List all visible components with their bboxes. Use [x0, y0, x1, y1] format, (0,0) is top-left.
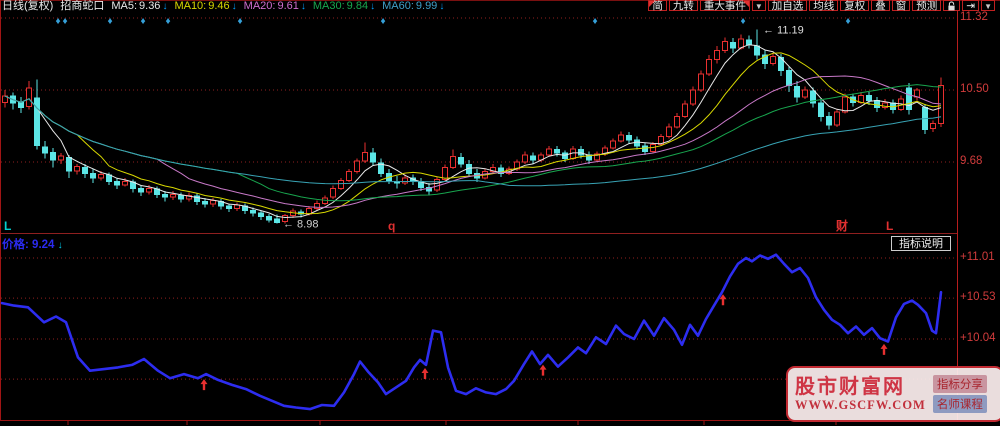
chevron-down-icon[interactable]: ▼ [751, 0, 766, 11]
main-axis-label: 11.32 [960, 11, 988, 23]
overlay-button[interactable]: 叠 [871, 0, 890, 12]
buy-signal-arrows [200, 294, 888, 391]
ma-lines [4, 44, 942, 219]
ma5-readout: MA5: 9.36 ↓ [111, 0, 168, 12]
svg-text:财: 财 [835, 218, 848, 233]
main-axis-label: 9.68 [960, 155, 983, 167]
watermark: 股市财富网 WWW.GSCFW.COM 指标分享 名师课程 [786, 366, 1000, 422]
svg-text:♦: ♦ [740, 16, 745, 27]
down-arrow-icon: ↓ [370, 1, 376, 12]
simplified-button[interactable]: 简 [648, 0, 667, 12]
watermark-site-name: 股市财富网 [795, 375, 905, 398]
ma10-readout: MA10: 9.46 ↓ [174, 0, 237, 12]
lower-axis-label: +11.01 [960, 251, 995, 263]
chevron-down-icon[interactable]: ▼ [981, 0, 995, 11]
forecast-button[interactable]: 预测 [912, 0, 942, 12]
nine-turn-button[interactable]: 九转 [668, 0, 698, 12]
svg-text:♦: ♦ [845, 16, 850, 27]
down-arrow-icon: ↓ [439, 1, 445, 12]
lock-icon[interactable] [943, 0, 961, 11]
main-axis-label: 10.50 [960, 83, 989, 95]
down-arrow-icon: ↓ [162, 1, 168, 12]
gridlines [0, 0, 1000, 425]
lower-axis-label: +10.53 [960, 291, 996, 303]
svg-text:♦: ♦ [592, 16, 597, 27]
stock-chart-app: ♦ ♦ ♦ ♦ ♦ ♦ ♦ ♦ ♦ ♦ ← 11.19 ← 8.98 Lq 财 L 日线(复权) 招商蛇口 … [0, 0, 1000, 426]
window-button[interactable]: 窗 [891, 0, 911, 12]
svg-text:♦: ♦ [237, 16, 242, 27]
indicator-help-button[interactable]: 指标说明 [891, 236, 951, 251]
add-watchlist-button[interactable]: 加自选 [767, 0, 808, 12]
adjusted-price-button[interactable]: 复权 [840, 0, 870, 12]
candles-layer [2, 29, 944, 224]
indicator-value-readout: 价格: 9.24 ↓ [2, 239, 63, 251]
down-arrow-icon: ↓ [231, 1, 237, 12]
down-arrow-icon: ↓ [300, 1, 306, 12]
svg-text:♦: ♦ [380, 16, 385, 27]
watermark-badge: 名师课程 [932, 395, 987, 413]
ma30-readout: MA30: 9.84 ↓ [312, 0, 376, 12]
svg-text:← 8.98: ← 8.98 [283, 218, 318, 230]
top-toolbar: 简 九转 重大事件 ▼ 加自选 均线 复权 叠 窗 预测 ⇥ ▼ [648, 0, 995, 12]
svg-text:L: L [4, 219, 11, 233]
skip-to-end-icon[interactable]: ⇥ [962, 0, 980, 12]
ma20-readout: MA20: 9.61 ↓ [243, 0, 306, 12]
svg-text:← 11.19: ← 11.19 [763, 24, 804, 36]
lower-axis-label: +10.04 [960, 332, 996, 344]
price-chart-canvas[interactable]: ♦ ♦ ♦ ♦ ♦ ♦ ♦ ♦ ♦ ♦← 11.19← 8.98L q 财 L [0, 0, 1000, 426]
chart-header: 日线(复权) 招商蛇口 MA5: 9.36 ↓ MA10: 9.46 ↓ MA20: 9.… [2, 0, 444, 13]
svg-text:♦: ♦ [55, 16, 60, 27]
svg-text:♦: ♦ [107, 16, 112, 27]
major-events-button[interactable]: 重大事件 [699, 0, 750, 12]
svg-text:♦: ♦ [165, 16, 170, 27]
down-arrow-icon: ↓ [57, 240, 63, 251]
letter-marks: Lq 财 L [4, 218, 893, 233]
period-label: 日线(复权) [2, 0, 54, 12]
watermark-badge: 指标分享 [932, 375, 987, 393]
svg-text:♦: ♦ [62, 16, 67, 27]
ma-lines-button[interactable]: 均线 [809, 0, 839, 12]
watermark-url: WWW.GSCFW.COM [795, 397, 926, 412]
svg-text:q: q [388, 219, 395, 233]
svg-text:L: L [886, 219, 893, 233]
ma60-readout: MA60: 9.99 ↓ [382, 0, 445, 12]
stock-name: 招商蛇口 [60, 0, 105, 12]
svg-text:♦: ♦ [140, 16, 145, 27]
